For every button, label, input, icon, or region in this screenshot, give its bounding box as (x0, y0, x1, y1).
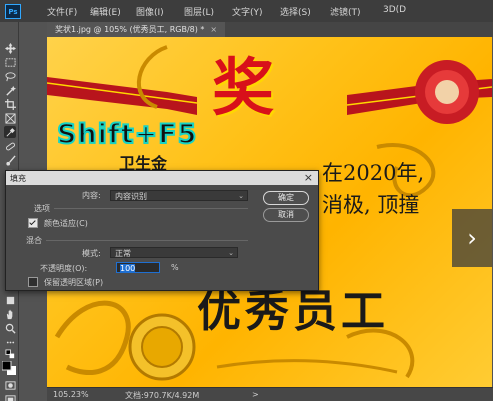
certificate-line-2: 消极, 顶撞 (322, 193, 420, 217)
content-select[interactable]: 内容识别 ⌄ (110, 190, 248, 201)
color-adapt-checkbox[interactable] (28, 218, 38, 228)
shape-icon[interactable] (4, 294, 16, 306)
ok-button[interactable]: 确定 (263, 191, 309, 205)
close-icon[interactable]: × (304, 171, 313, 184)
cancel-button[interactable]: 取消 (263, 208, 309, 222)
bottom-margin (0, 401, 493, 418)
chevron-down-icon: ⌄ (238, 192, 244, 200)
mode-label: 模式: (82, 249, 101, 258)
shortcut-overlay: Shift+F5 (56, 118, 198, 151)
blend-group-label: 混合 (26, 236, 42, 245)
status-bar: 105.23% 文档:970.7K/4.92M > (47, 387, 493, 402)
magic-wand-icon[interactable] (4, 84, 16, 96)
hand-icon[interactable] (4, 308, 16, 320)
menu-3d[interactable]: 3D(D (383, 5, 406, 15)
options-divider (54, 208, 248, 209)
document-info: 文档:970.7K/4.92M (125, 391, 200, 400)
opacity-value: 100 (120, 264, 136, 273)
menu-select[interactable]: 选择(S) (280, 5, 311, 18)
certificate-line-1: 在2020年, (322, 161, 425, 185)
frame-icon[interactable] (4, 112, 16, 124)
foreground-color-icon[interactable] (2, 361, 16, 375)
mode-select-value: 正常 (115, 249, 131, 258)
fill-dialog: 填充 × 内容: 内容识别 ⌄ 确定 取消 选项 颜色适应(C) 混合 模式: … (5, 170, 319, 291)
preserve-transparency-label: 保留透明区域(P) (44, 278, 104, 287)
default-colors-icon[interactable] (4, 348, 16, 360)
lasso-icon[interactable] (4, 70, 16, 82)
brush-icon[interactable] (4, 154, 16, 166)
menu-bar: Ps 文件(F) 编辑(E) 图像(I) 图层(L) 文字(Y) 选择(S) 滤… (0, 0, 493, 22)
edit-toolbar-icon[interactable] (4, 336, 16, 348)
document-tab-bar: 奖状1.jpg @ 105% (优秀员工, RGB/8) * × (47, 22, 493, 37)
document-tab[interactable]: 奖状1.jpg @ 105% (优秀员工, RGB/8) * × (47, 22, 226, 37)
options-group-label: 选项 (34, 204, 50, 213)
marquee-icon[interactable] (4, 56, 16, 68)
quick-mask-icon[interactable] (4, 379, 16, 391)
menu-filter[interactable]: 滤镜(T) (330, 5, 361, 18)
menu-file[interactable]: 文件(F) (47, 5, 77, 18)
opacity-input[interactable]: 100 (116, 262, 160, 273)
dialog-title-bar[interactable]: 填充 × (6, 171, 318, 185)
dialog-title: 填充 (10, 174, 26, 183)
document-tab-label: 奖状1.jpg @ 105% (优秀员工, RGB/8) * (55, 25, 205, 34)
opacity-label: 不透明度(O): (40, 264, 88, 273)
content-label: 内容: (82, 191, 101, 200)
content-select-value: 内容识别 (115, 192, 147, 201)
photoshop-window: Ps 文件(F) 编辑(E) 图像(I) 图层(L) 文字(Y) 选择(S) 滤… (0, 0, 493, 418)
mode-select[interactable]: 正常 ⌄ (110, 247, 238, 258)
opacity-unit: % (171, 263, 179, 272)
eyedropper-icon[interactable] (4, 126, 16, 138)
menu-layer[interactable]: 图层(L) (184, 5, 214, 18)
chevron-down-icon: ⌄ (228, 249, 234, 257)
next-arrow-button[interactable]: › (452, 209, 492, 267)
award-character: 奖 (212, 51, 275, 124)
photoshop-logo: Ps (5, 4, 21, 19)
menu-image[interactable]: 图像(I) (136, 5, 164, 18)
move-icon[interactable] (4, 42, 16, 54)
healing-icon[interactable] (4, 140, 16, 152)
menu-edit[interactable]: 编辑(E) (90, 5, 121, 18)
menu-type[interactable]: 文字(Y) (232, 5, 263, 18)
blend-divider (46, 240, 248, 241)
crop-icon[interactable] (4, 98, 16, 110)
zoom-icon[interactable] (4, 322, 16, 334)
zoom-level[interactable]: 105.23% (53, 390, 89, 399)
color-adapt-label: 颜色适应(C) (44, 219, 88, 228)
status-menu-arrow[interactable]: > (252, 390, 259, 399)
preserve-transparency-checkbox[interactable] (28, 277, 38, 287)
close-tab-icon[interactable]: × (210, 25, 217, 34)
